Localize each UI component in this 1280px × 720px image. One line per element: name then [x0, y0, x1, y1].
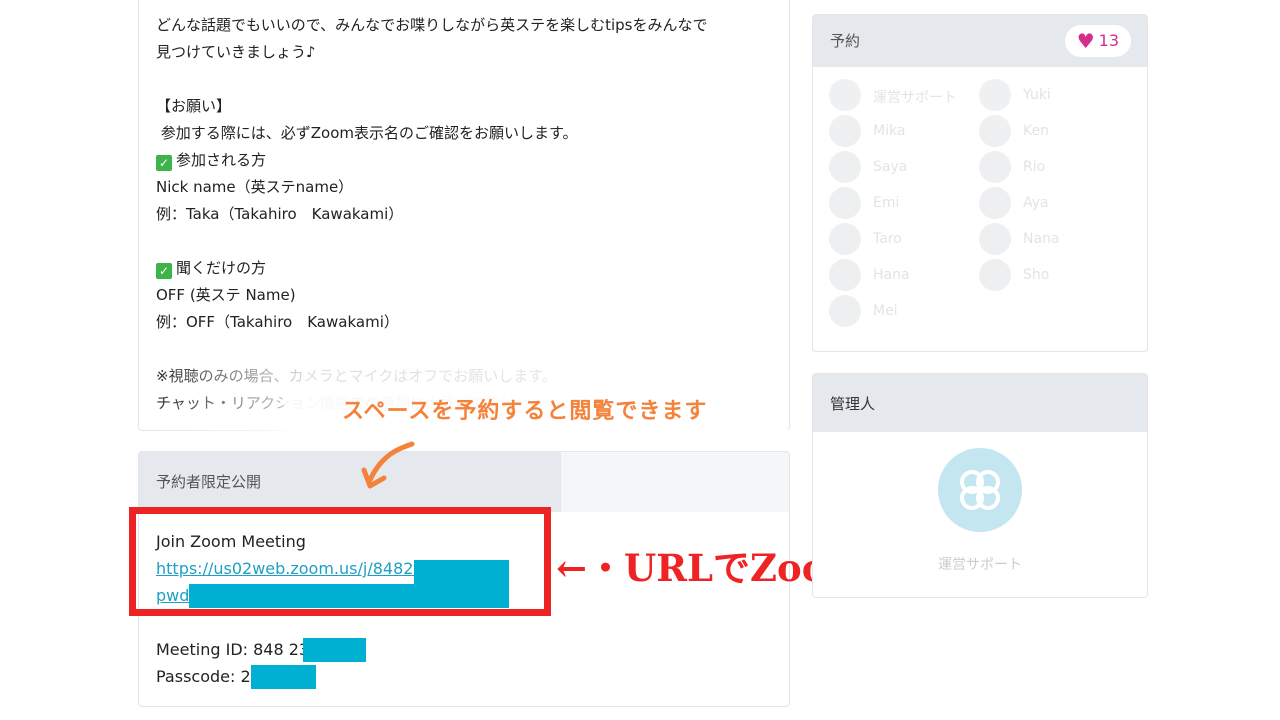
member-item[interactable]: Taro: [829, 223, 979, 257]
description-line: [156, 66, 708, 93]
reservation-card: 予約 ♥ 13 運営サポート Yuki Mika Ken Saya Rio Emi Aya Tar…: [812, 14, 1148, 352]
avatar: [829, 295, 861, 327]
reserve-to-view-caption: スペースを予約すると閲覧できます: [342, 398, 708, 424]
private-section-header: 予約者限定公開: [139, 452, 561, 512]
member-item[interactable]: Yuki: [979, 79, 1129, 113]
avatar: [829, 223, 861, 255]
description-line: どんな話題でもいいので、みんなでお喋りしながら英ステを楽しむtipsをみんなで: [156, 12, 708, 39]
member-name: Emi: [873, 195, 900, 211]
description-line: 参加する際には、必ずZoom表示名のご確認をお願いします。: [156, 120, 708, 147]
meeting-id-text: Meeting ID: 848 235: [156, 640, 320, 659]
avatar: [829, 151, 861, 183]
avatar: [979, 187, 1011, 219]
check-mark-icon: ✓: [156, 155, 172, 171]
member-item[interactable]: Sho: [979, 259, 1129, 293]
member-name: Taro: [873, 231, 902, 247]
private-header-fade: [561, 452, 789, 512]
redacted-meeting-id: [303, 638, 366, 662]
member-name: 運営サポート: [873, 90, 957, 106]
member-item[interactable]: Mei: [829, 295, 979, 329]
member-item[interactable]: Nana: [979, 223, 1129, 257]
like-button[interactable]: ♥ 13: [1064, 25, 1131, 57]
description-line: 見つけていきましょう♪: [156, 39, 708, 66]
admin-name[interactable]: 運営サポート: [813, 554, 1147, 574]
highlight-box: [129, 507, 551, 616]
description-line: ✓ 参加される方: [156, 147, 708, 174]
description-line-text: Nick name（英ステname）: [156, 178, 354, 196]
description-line-text: 聞くだけの方: [176, 259, 267, 277]
reservation-header: 予約 ♥ 13: [813, 15, 1147, 67]
avatar: [979, 115, 1011, 147]
avatar: [829, 79, 861, 111]
description-line-text: OFF (英ステ Name): [156, 286, 296, 304]
description-line-text: 例：Taka（Takahiro Kawakami）: [156, 205, 404, 223]
description-line: Nick name（英ステname）: [156, 174, 708, 201]
member-item[interactable]: Rio: [979, 151, 1129, 185]
avatar: [979, 79, 1011, 111]
member-name: Saya: [873, 159, 908, 175]
redacted-passcode: [251, 665, 316, 689]
check-mark-icon: ✓: [156, 263, 172, 279]
heart-icon: ♥: [1076, 29, 1095, 53]
member-item[interactable]: Hana: [829, 259, 979, 293]
avatar: [829, 259, 861, 291]
description-line-text: 【お願い】: [156, 97, 232, 115]
member-name: Aya: [1023, 195, 1049, 211]
avatar: [979, 151, 1011, 183]
member-item[interactable]: Emi: [829, 187, 979, 221]
description-line: 【お願い】: [156, 93, 708, 120]
member-name: Nana: [1023, 231, 1060, 247]
description-line: 例：Taka（Takahiro Kawakami）: [156, 201, 708, 228]
description-line: [156, 228, 708, 255]
admin-header: 管理人: [813, 374, 1147, 432]
member-item[interactable]: Mika: [829, 115, 979, 149]
avatar: [829, 187, 861, 219]
avatar: [829, 115, 861, 147]
description-line: ✓ 聞くだけの方: [156, 255, 708, 282]
member-name: Mika: [873, 123, 906, 139]
description-line: OFF (英ステ Name): [156, 282, 708, 309]
description-line-text: 見つけていきましょう♪: [156, 43, 316, 61]
curved-arrow-icon: [361, 441, 415, 489]
like-count: 13: [1098, 31, 1119, 50]
member-name: Rio: [1023, 159, 1046, 175]
member-item[interactable]: Saya: [829, 151, 979, 185]
description-line-text: 例：OFF（Takahiro Kawakami）: [156, 313, 399, 331]
passcode-text: Passcode: 22: [156, 667, 261, 686]
description-line: 例：OFF（Takahiro Kawakami）: [156, 309, 708, 336]
member-item[interactable]: Aya: [979, 187, 1129, 221]
member-item[interactable]: 運営サポート: [829, 79, 979, 113]
admin-card: 管理人 運営サポート: [812, 373, 1148, 598]
avatar: [979, 259, 1011, 291]
member-name: Mei: [873, 303, 898, 319]
reservation-title: 予約: [830, 32, 861, 50]
avatar: [979, 223, 1011, 255]
member-name: Sho: [1023, 267, 1050, 283]
avatar[interactable]: [938, 448, 1022, 532]
description-line-text: 参加する際には、必ずZoom表示名のご確認をお願いします。: [156, 124, 578, 142]
member-name: Yuki: [1023, 87, 1051, 103]
description-line-text: どんな話題でもいいので、みんなでお喋りしながら英ステを楽しむtipsをみんなで: [156, 16, 708, 34]
member-name: Hana: [873, 267, 910, 283]
member-item[interactable]: Ken: [979, 115, 1129, 149]
description-line-text: 参加される方: [176, 151, 267, 169]
clover-logo-icon: [960, 470, 1000, 510]
member-name: Ken: [1023, 123, 1049, 139]
